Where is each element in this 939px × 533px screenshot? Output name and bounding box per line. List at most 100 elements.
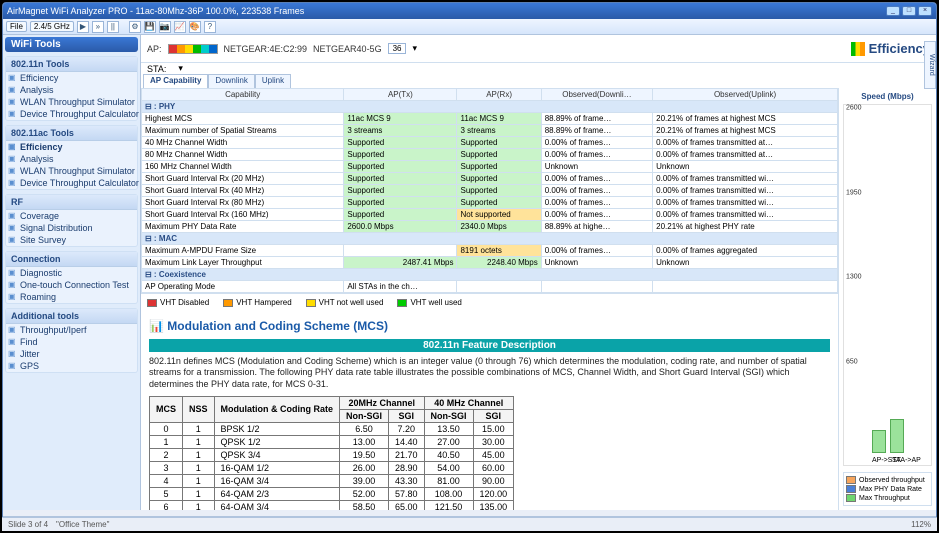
panel-header[interactable]: Additional tools (6, 309, 137, 324)
sidebar-header: WiFi Tools (5, 37, 138, 52)
ap-channel[interactable]: 36 (388, 43, 407, 54)
close-button[interactable]: × (918, 6, 932, 16)
vht-legend: VHT Disabled VHT Hampered VHT not well u… (141, 293, 838, 311)
ap-spectrum-icon (168, 44, 218, 54)
panel-header[interactable]: RF (6, 195, 137, 210)
speed-chart: AP->STASTA->AP650130019502600 (843, 104, 932, 466)
panel-header[interactable]: 802.11ac Tools (6, 126, 137, 141)
capability-table: CapabilityAP(Tx)AP(Rx)Observed(Downli…Ob… (141, 88, 838, 293)
section-header[interactable]: ⊟ : PHY (142, 101, 838, 113)
minimize-button[interactable]: _ (886, 6, 900, 16)
sidebar-item[interactable]: Efficiency (6, 72, 137, 84)
table-row[interactable]: AP Operating ModeAll STAs in the ch… (142, 281, 838, 293)
wizard-tab[interactable]: Wizard (924, 41, 936, 89)
section-header[interactable]: ⊟ : MAC (142, 233, 838, 245)
chart-legend: Observed throughputMax PHY Data RateMax … (843, 472, 932, 506)
table-row[interactable]: 160 MHz Channel WidthSupportedSupportedU… (142, 161, 838, 173)
ap-ssid[interactable]: NETGEAR40-5G (313, 44, 382, 54)
sidebar-item[interactable]: Jitter (6, 348, 137, 360)
table-row[interactable]: Short Guard Interval Rx (40 MHz)Supporte… (142, 185, 838, 197)
play-icon[interactable]: ▶ (77, 21, 89, 33)
titlebar: AirMagnet WiFi Analyzer PRO - 11ac-80Mhz… (3, 3, 936, 19)
table-row[interactable]: Short Guard Interval Rx (160 MHz)Support… (142, 209, 838, 221)
sidebar-item[interactable]: Diagnostic (6, 267, 137, 279)
mcs-table: MCSNSSModulation & Coding Rate20MHz Chan… (149, 396, 514, 510)
table-row[interactable]: Maximum A-MPDU Frame Size8191 octets0.00… (142, 245, 838, 257)
maximize-button[interactable]: □ (902, 6, 916, 16)
tab-downlink[interactable]: Downlink (208, 74, 254, 88)
ap-dropdown-icon[interactable]: ▾ (412, 43, 417, 54)
color-icon[interactable]: 🎨 (189, 21, 201, 33)
tab-uplink[interactable]: Uplink (255, 74, 291, 88)
section-header[interactable]: ⊟ : Coexistence (142, 269, 838, 281)
table-row: 6164-QAM 3/458.5065.00121.50135.00 (150, 500, 514, 510)
column-header: Observed(Downli… (541, 89, 652, 101)
forward-icon[interactable]: » (92, 21, 104, 33)
slide-indicator: Slide 3 of 4 (8, 520, 48, 529)
sidebar-item[interactable]: Throughput/Iperf (6, 324, 137, 336)
pause-icon[interactable]: || (107, 21, 119, 33)
bar (872, 430, 886, 453)
toolbar: File 2.4/5 GHz ▶ » || ⚙ 💾 📷 📈 🎨 ? (3, 19, 936, 35)
sidebar-item[interactable]: WLAN Throughput Simulator (6, 165, 137, 177)
sidebar-item[interactable]: Efficiency (6, 141, 137, 153)
desc-text: 802.11n defines MCS (Modulation and Codi… (149, 356, 830, 390)
sidebar-item[interactable]: Signal Distribution (6, 222, 137, 234)
ap-label: AP: (147, 44, 162, 54)
table-row[interactable]: 80 MHz Channel WidthSupportedSupported0.… (142, 149, 838, 161)
theme-name: "Office Theme" (56, 520, 109, 529)
desc-band: 802.11n Feature Description (149, 339, 830, 352)
sidebar-item[interactable]: GPS (6, 360, 137, 372)
table-row: 5164-QAM 2/352.0057.80108.00120.00 (150, 487, 514, 500)
ap-mac[interactable]: NETGEAR:4E:C2:99 (224, 44, 308, 54)
sidebar-item[interactable]: Roaming (6, 291, 137, 303)
table-row[interactable]: Short Guard Interval Rx (80 MHz)Supporte… (142, 197, 838, 209)
chart-icon[interactable]: 📈 (174, 21, 186, 33)
sidebar-item[interactable]: Analysis (6, 84, 137, 96)
column-header: Capability (142, 89, 344, 101)
footer: Slide 3 of 4 "Office Theme" 112% (2, 517, 937, 531)
tab-ap-capability[interactable]: AP Capability (143, 74, 208, 88)
table-row: 3116-QAM 1/226.0028.9054.0060.00 (150, 461, 514, 474)
column-header: AP(Tx) (344, 89, 457, 101)
panel-header[interactable]: 802.11n Tools (6, 57, 137, 72)
sidebar-item[interactable]: Find (6, 336, 137, 348)
app-title: AirMagnet WiFi Analyzer PRO - 11ac-80Mhz… (7, 6, 304, 16)
sidebar-item[interactable]: Analysis (6, 153, 137, 165)
sidebar: WiFi Tools 802.11n ToolsEfficiencyAnalys… (3, 35, 141, 510)
table-row[interactable]: Short Guard Interval Rx (20 MHz)Supporte… (142, 173, 838, 185)
table-row: 4116-QAM 3/439.0043.3081.0090.00 (150, 474, 514, 487)
table-row[interactable]: Maximum number of Spatial Streams3 strea… (142, 125, 838, 137)
efficiency-icon (851, 42, 865, 56)
desc-title: Modulation and Coding Scheme (MCS) (149, 319, 830, 333)
table-row[interactable]: 40 MHz Channel WidthSupportedSupported0.… (142, 137, 838, 149)
help-icon[interactable]: ? (204, 21, 216, 33)
sidebar-item[interactable]: Device Throughput Calculator (6, 177, 137, 189)
column-header: AP(Rx) (457, 89, 541, 101)
efficiency-header: Efficiency (851, 41, 930, 56)
table-row[interactable]: Highest MCS11ac MCS 911ac MCS 988.89% of… (142, 113, 838, 125)
band-select[interactable]: 2.4/5 GHz (30, 21, 74, 32)
table-row[interactable]: Maximum PHY Data Rate2600.0 Mbps2340.0 M… (142, 221, 838, 233)
table-row: 21QPSK 3/419.5021.7040.5045.00 (150, 448, 514, 461)
table-row[interactable]: Maximum Link Layer Throughput2487.41 Mbp… (142, 257, 838, 269)
sidebar-item[interactable]: WLAN Throughput Simulator (6, 96, 137, 108)
bar (890, 419, 904, 453)
sidebar-item[interactable]: One-touch Connection Test (6, 279, 137, 291)
chart-title: Speed (Mbps) (843, 92, 932, 101)
table-row: 11QPSK 1/213.0014.4027.0030.00 (150, 435, 514, 448)
sta-label: STA: (147, 64, 166, 74)
sidebar-item[interactable]: Coverage (6, 210, 137, 222)
file-menu[interactable]: File (6, 21, 27, 32)
sta-dropdown-icon[interactable]: ▾ (178, 63, 183, 74)
table-row: 01BPSK 1/26.507.2013.5015.00 (150, 422, 514, 435)
zoom-level: 112% (911, 520, 931, 529)
sidebar-item[interactable]: Device Throughput Calculator (6, 108, 137, 120)
save-icon[interactable]: 💾 (144, 21, 156, 33)
column-header: Observed(Uplink) (653, 89, 838, 101)
tool-icon[interactable]: ⚙ (129, 21, 141, 33)
capture-icon[interactable]: 📷 (159, 21, 171, 33)
sidebar-item[interactable]: Site Survey (6, 234, 137, 246)
panel-header[interactable]: Connection (6, 252, 137, 267)
tabs: AP Capability Downlink Uplink (141, 74, 936, 88)
